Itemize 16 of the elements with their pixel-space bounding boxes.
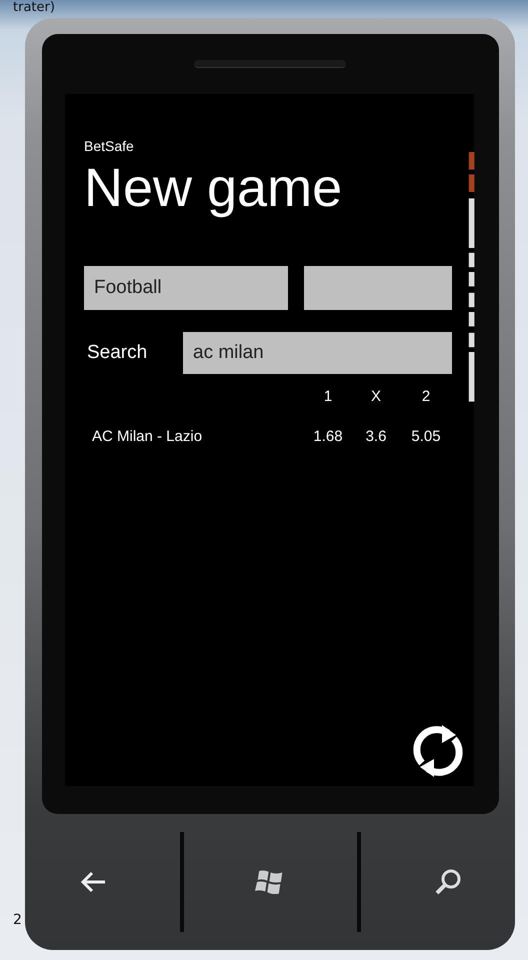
sport-picker[interactable]: Football	[84, 266, 288, 310]
window-text: 2	[13, 912, 22, 928]
page-title: New game	[84, 157, 344, 220]
column-header: X	[370, 388, 381, 404]
search-icon[interactable]	[433, 867, 464, 897]
column-header: 1	[324, 388, 332, 404]
match-name[interactable]: AC Milan - Lazio	[84, 428, 304, 445]
column-header: 2	[422, 388, 430, 404]
app-name: BetSafe	[84, 138, 135, 154]
search-field[interactable]: ac milan	[183, 332, 452, 374]
odds-value[interactable]: 3.6	[366, 428, 386, 445]
search-label: Search	[86, 342, 148, 364]
window-title: trater)	[13, 0, 55, 15]
odds-value[interactable]: 1.68	[313, 428, 343, 445]
picker-field[interactable]	[304, 266, 452, 310]
odds-value[interactable]: 5.05	[411, 428, 441, 445]
